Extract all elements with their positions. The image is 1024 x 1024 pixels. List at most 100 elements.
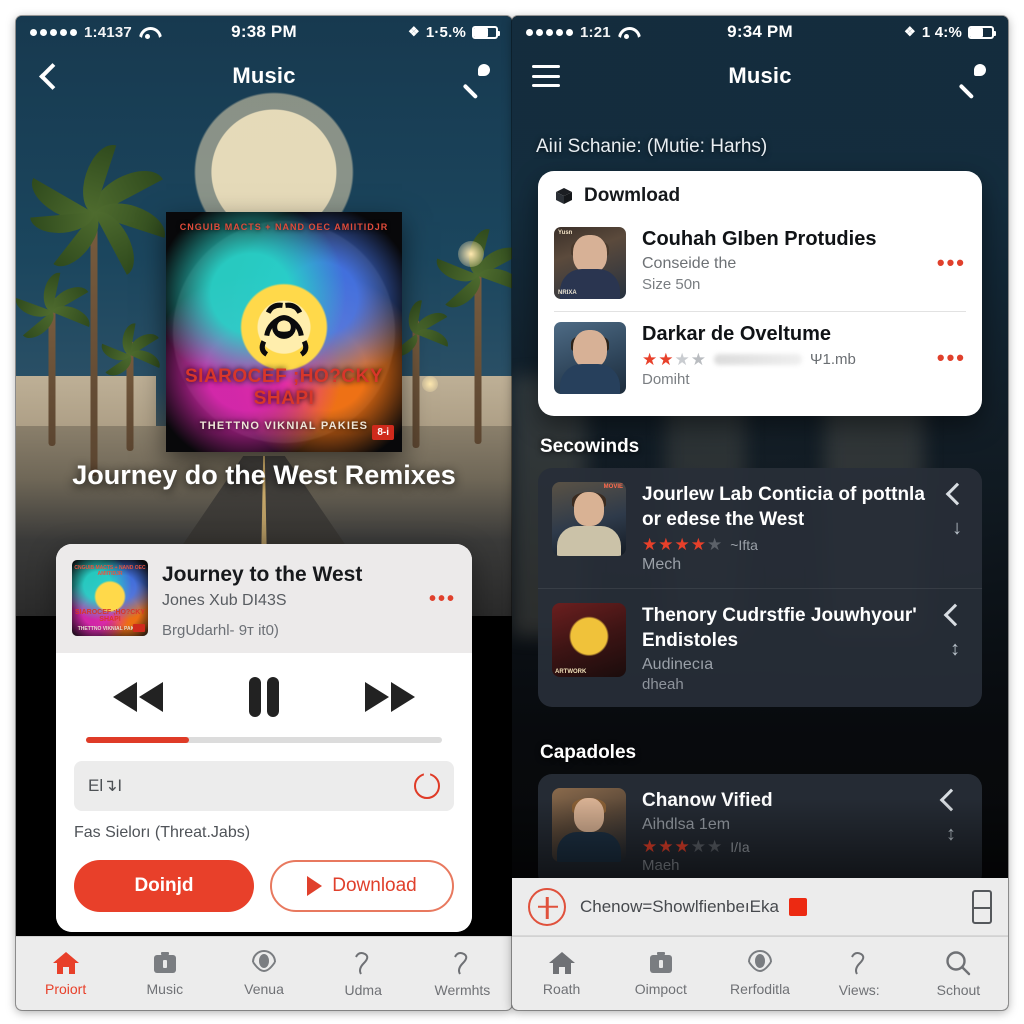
download-item-rating: ★ ★ ★ ★ Ψ1.mb [642,351,915,368]
list-item-sub2: Maeh [642,857,680,874]
player-controls-body: El↴I Fas Sielorı (Threat.Jabs) Doinjd Do… [56,653,472,932]
updown-arrow-icon[interactable]: ↕ [950,639,960,659]
carrier-label: 1:21 [580,23,611,41]
parachute-icon [252,950,276,973]
add-circle-icon[interactable] [528,887,566,926]
stop-square-icon[interactable] [788,897,807,916]
parachute-icon [748,950,772,973]
dual-phone-screenshot: CNGUIB MACTS + NAND OEC AMIITIDJR SIAROC… [0,0,1024,1024]
mini-player-bar[interactable]: Chenow=ShowlfienbeıΕka [512,878,1008,936]
download-button[interactable]: Download [270,860,454,912]
list-item-thumbnail: MOVIE [552,482,626,556]
list-item-sub: Audinecıa [642,656,714,673]
battery-side-icon[interactable] [972,889,992,924]
list-item-meta: Thenory Cudrstfie Jouwhyour' Endistoles … [642,603,926,693]
tab-home-label: Proiort [44,981,87,997]
tab-roath[interactable]: Roath [512,950,611,997]
action-buttons: Doinjd Download [74,860,454,916]
mini-player-title: Chenow=ShowlfienbeıΕka [580,896,779,916]
briefcase-icon [153,952,176,973]
tab-rerfoditla[interactable]: Rerfoditla [710,950,809,997]
fast-forward-icon[interactable] [361,680,419,714]
tab-udma[interactable]: Udma [314,949,413,998]
list-item[interactable]: MOVIE Jourlew Lab Conticia of pottnla or… [538,468,982,588]
tab-oimpoct[interactable]: Oimpoct [611,950,710,997]
tab-oimpoct-label: Oimpoct [634,981,687,997]
page-title: Journey do the West Remixes [72,460,456,490]
left-phone-frame: CNGUIB MACTS + NAND OEC AMIITIDJR SIAROC… [16,16,512,1010]
box-icon [556,188,572,204]
chevron-left-icon[interactable] [939,788,963,812]
list-item-title: Chanow Vified [642,790,773,811]
track-artist: Jones Xub DI43S [162,592,287,609]
list-item[interactable]: ARTWORK Thenory Cudrstfie Jouwhyour' End… [538,588,982,707]
tab-udma-label: Udma [344,982,382,998]
primary-action-button[interactable]: Doinjd [74,860,254,912]
thumb-top-text: CNGUIB MACTS + NAND OEC AMIITIDJR [74,565,146,577]
mic-icon[interactable] [462,61,492,91]
album-artwork: CNGUIB MACTS + NAND OEC AMIITIDJR SIAROC… [166,212,402,452]
list-item-sub: Aihdlsa 1em [642,816,731,833]
signal-dots-icon [526,28,573,36]
download-arrow-icon[interactable]: ↓ [952,518,962,538]
chevron-left-icon[interactable] [945,482,969,506]
tab-roath-label: Roath [542,981,581,997]
transport-controls [74,667,454,731]
tab-music-label: Music [146,981,184,997]
rating-bar [714,354,802,365]
tab-wermhts-label: Wermhts [434,982,491,998]
status-left-group: 1:4137 [30,24,156,41]
list-item-actions: ↕ [934,788,968,844]
rewind-icon[interactable] [109,680,167,714]
tab-home[interactable]: Proiort [16,950,115,997]
progress-fill [86,737,190,743]
list-item-actions: ↓ [945,482,969,538]
pause-icon[interactable] [245,675,283,719]
tab-schout[interactable]: Schout [909,949,1008,998]
list-item-rating: ★ ★ ★ ★ ★ ~Ifta [642,536,930,553]
list-item[interactable]: Chanow Vified Aihdlsa 1em ★ ★ ★ ★ ★ I/Ia Mae… [538,774,982,888]
bluetooth-icon: ❖ [903,24,916,39]
player-track-header: CNGUIB MACTS + NAND OEC AMIITIDJR SIAROC… [56,544,472,653]
star-rating: ★ ★ ★ ★ ★ [642,837,723,856]
download-item-more-button[interactable]: ••• [931,345,966,371]
progress-bar[interactable] [86,737,442,743]
right-nav-bar: Music [512,48,1008,104]
list-item-title: Jourlew Lab Conticia of pottnla or edese… [642,484,925,530]
tab-wermhts[interactable]: Wermhts [413,949,512,998]
tab-venue[interactable]: Venua [214,950,313,997]
list-item-meta: Chanow Vified Aihdlsa 1em ★ ★ ★ ★ ★ I/Ia Mae… [642,788,918,874]
download-item[interactable]: Darkar de Oveltume ★ ★ ★ ★ Ψ1.mb Domiht ••• [554,311,966,406]
thumb-tag2: NRIXA [558,290,577,296]
mic-icon[interactable] [958,61,988,91]
list-item-meta: Jourlew Lab Conticia of pottnla or edese… [642,482,930,574]
updown-arrow-icon[interactable]: ↕ [946,824,956,844]
chevron-left-icon[interactable] [943,603,967,627]
album-title-text: SIAROCEF ;HO?CKY SHAPI [185,366,383,409]
street-lamp-glow-2 [422,376,438,392]
track-meta: Journey to the West Jones Xub DI43S BrgU… [162,560,415,639]
secowinds-list: MOVIE Jourlew Lab Conticia of pottnla or… [538,468,982,707]
download-item-more-button[interactable]: ••• [931,250,966,276]
tab-views[interactable]: Views: [810,949,909,998]
biohazard-symbol-icon [248,291,320,363]
download-item[interactable]: Yusn NRIXA Couhah GIben Protudies Consei… [554,217,966,311]
thumb-title-text: SIAROCEF ;HO?CKY SHAPI [75,609,145,623]
mini-player-text-group: Chenow=ShowlfienbeıΕka [580,897,958,917]
section-title-capadoles: Capadoles [540,742,637,763]
track-more-button[interactable]: ••• [429,588,456,611]
power-icon[interactable] [414,773,440,799]
capadoles-list: Chanow Vified Aihdlsa 1em ★ ★ ★ ★ ★ I/Ia Mae… [538,774,982,888]
star-rating: ★ ★ ★ ★ [642,350,706,369]
download-item-title: Darkar de Oveltume [642,323,831,345]
album-badge: 8-i [372,425,394,440]
thumb-tag: Yusn [558,230,573,236]
carrier-label: 1:4137 [84,23,132,41]
rating-text: ~Ifta [730,536,758,553]
download-item-sub: Conseide the [642,255,737,272]
download-card-header: Dowmload [554,185,966,207]
right-phone-frame: 1:21 9:34 PM ❖ 1 4:% Music Aiıi Schanie:… [512,16,1008,1010]
signal-dots-icon [30,28,77,36]
track-input-row[interactable]: El↴I [74,761,454,811]
tab-music[interactable]: Music [115,950,214,997]
